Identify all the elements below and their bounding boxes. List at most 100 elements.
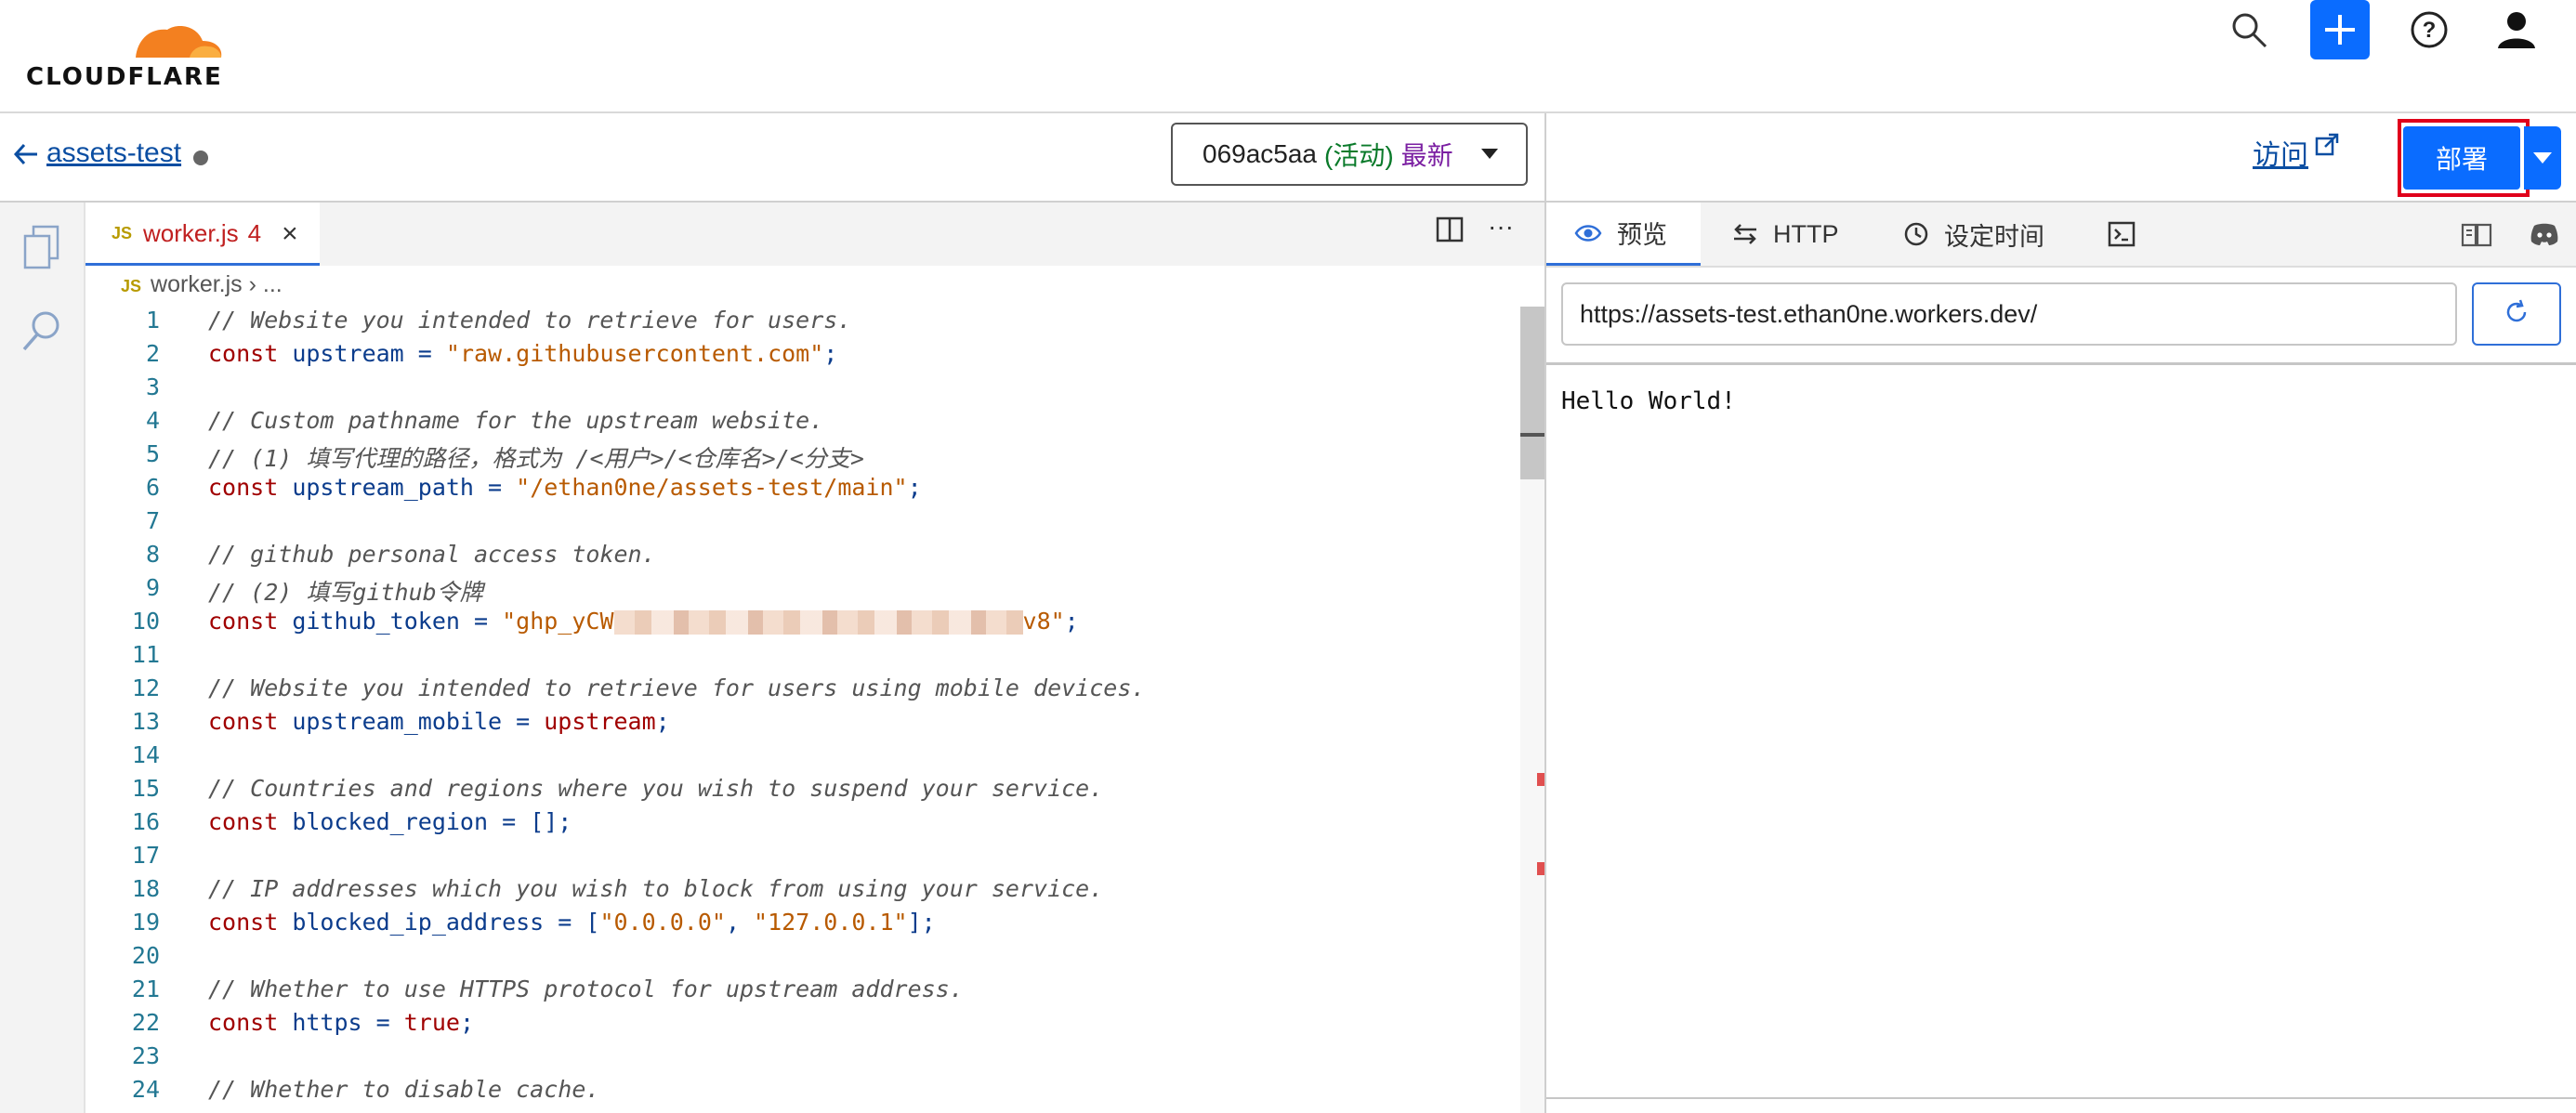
- line-content: // (1) 填写代理的路径，格式为 /<用户>/<仓库名>/<分支>: [208, 440, 864, 474]
- code-token: // Whether to disable cache.: [208, 1076, 600, 1103]
- files-icon[interactable]: [20, 223, 63, 278]
- line-content: // Whether to disable cache.: [208, 1076, 599, 1103]
- line-number: 14: [131, 741, 160, 768]
- tab-schedule[interactable]: 设定时间: [1903, 203, 2044, 266]
- code-token: // github personal access token.: [208, 541, 656, 568]
- code-token: v8": [1022, 608, 1065, 635]
- refresh-button[interactable]: [2472, 282, 2561, 346]
- line-number: 4: [145, 407, 160, 434]
- activity-bar: [0, 203, 85, 1113]
- preview-url-input[interactable]: https://assets-test.ethan0ne.workers.dev…: [1561, 282, 2457, 346]
- tab-label: 设定时间: [1944, 222, 2044, 251]
- line-content: // Website you intended to retrieve for …: [208, 307, 851, 334]
- line-number: 24: [131, 1076, 160, 1103]
- svg-text:?: ?: [2423, 18, 2437, 43]
- project-name-link[interactable]: assets-test: [46, 137, 181, 169]
- code-token: // Whether to use HTTPS protocol for ups…: [208, 976, 964, 1002]
- preview-body-text: Hello World!: [1561, 387, 1736, 415]
- line-content: const upstream = "raw.githubusercontent.…: [208, 340, 837, 367]
- external-link-icon[interactable]: [2314, 132, 2340, 163]
- line-number: 9: [145, 574, 160, 601]
- terminal-icon[interactable]: [2108, 203, 2136, 266]
- code-token: "ghp_yCW: [502, 608, 614, 635]
- line-number: 16: [131, 808, 160, 835]
- code-token: [];: [530, 808, 572, 835]
- tab-http[interactable]: HTTP: [1732, 203, 1839, 266]
- tab-label: HTTP: [1773, 219, 1839, 248]
- line-number: 11: [131, 641, 160, 668]
- discord-icon[interactable]: [2530, 203, 2559, 266]
- breadcrumb-rest[interactable]: ...: [263, 271, 283, 297]
- code-token: const: [208, 808, 293, 835]
- deploy-button[interactable]: 部署: [2403, 126, 2520, 190]
- line-number: 13: [131, 708, 160, 735]
- visit-link[interactable]: 访问: [2253, 132, 2308, 173]
- refresh-icon: [2503, 298, 2530, 331]
- line-number: 1: [145, 307, 160, 334]
- chevron-down-icon: [1481, 149, 1498, 159]
- tab-label: 预览: [1617, 221, 1667, 249]
- code-token: "0.0.0.0": [599, 909, 726, 936]
- breadcrumb: JS worker.js › ...: [121, 271, 283, 298]
- preview-frame[interactable]: Hello World!: [1546, 362, 2576, 1099]
- tab-preview[interactable]: 预览: [1546, 203, 1701, 266]
- line-number: 18: [131, 875, 160, 902]
- search-icon[interactable]: [2219, 0, 2279, 59]
- code-token: // Website you intended to retrieve for …: [208, 307, 852, 334]
- code-token: =: [502, 708, 545, 735]
- code-token: ];: [907, 909, 936, 936]
- cloudflare-logo[interactable]: CLOUDFLARE: [26, 17, 230, 91]
- code-token: upstream_mobile: [292, 708, 503, 735]
- code-token: const: [208, 340, 293, 367]
- code-token: ;: [459, 1009, 475, 1036]
- line-content: const https = true;: [208, 1009, 474, 1036]
- code-token: ;: [907, 474, 922, 501]
- user-icon[interactable]: [2487, 0, 2546, 59]
- plus-icon[interactable]: [2310, 0, 2370, 59]
- version-dropdown[interactable]: 069ac5aa (活动) 最新: [1171, 123, 1528, 186]
- help-icon[interactable]: ?: [2399, 0, 2459, 59]
- breadcrumb-file[interactable]: worker.js: [151, 271, 243, 297]
- code-token: https: [292, 1009, 362, 1036]
- code-token: // (2) 填写github令牌: [208, 579, 483, 606]
- line-number: 5: [145, 440, 160, 467]
- more-actions-icon[interactable]: ···: [1488, 212, 1514, 242]
- line-number: 12: [131, 674, 160, 701]
- tab-worker-js[interactable]: JS worker.js 4 ×: [85, 203, 320, 266]
- line-number: 8: [145, 541, 160, 568]
- code-token: const: [208, 474, 293, 501]
- code-token: ;: [823, 340, 838, 367]
- unsaved-indicator: [193, 151, 208, 165]
- code-token: "raw.githubusercontent.com": [445, 340, 824, 367]
- preview-tab-bar: 预览 HTTP 设定时间: [1546, 203, 2576, 268]
- back-arrow-icon[interactable]: [13, 141, 39, 175]
- editor-scrollbar-thumb[interactable]: [1520, 307, 1544, 479]
- code-token: ;: [655, 708, 670, 735]
- search-icon[interactable]: [20, 308, 63, 360]
- code-token: upstream: [544, 708, 656, 735]
- code-token: const: [208, 608, 293, 635]
- code-token: // Website you intended to retrieve for …: [208, 674, 1146, 701]
- line-number: 2: [145, 340, 160, 367]
- arrows-icon: [1732, 223, 1758, 245]
- code-token: // Countries and regions where you wish …: [208, 775, 1104, 802]
- line-content: // Countries and regions where you wish …: [208, 775, 1103, 802]
- docs-icon[interactable]: [2461, 203, 2492, 266]
- close-icon[interactable]: ×: [282, 218, 298, 250]
- code-token: upstream: [292, 340, 404, 367]
- line-content: const blocked_region = [];: [208, 808, 572, 835]
- code-token: github_token: [292, 608, 460, 635]
- code-token: ;: [1064, 608, 1079, 635]
- code-token: const: [208, 708, 293, 735]
- version-id: 069ac5aa: [1203, 139, 1318, 168]
- line-content: const upstream_path = "/ethan0ne/assets-…: [208, 474, 922, 501]
- code-token: // Custom pathname for the upstream webs…: [208, 407, 824, 434]
- line-number: 22: [131, 1009, 160, 1036]
- cursor-position-marker: [1520, 433, 1544, 437]
- js-file-icon: JS: [112, 224, 133, 242]
- line-content: // Whether to use HTTPS protocol for ups…: [208, 976, 964, 1002]
- code-token: const: [208, 1009, 293, 1036]
- chevron-right-icon: ›: [248, 271, 256, 297]
- split-editor-icon[interactable]: [1436, 216, 1464, 248]
- deploy-options-button[interactable]: [2524, 126, 2561, 190]
